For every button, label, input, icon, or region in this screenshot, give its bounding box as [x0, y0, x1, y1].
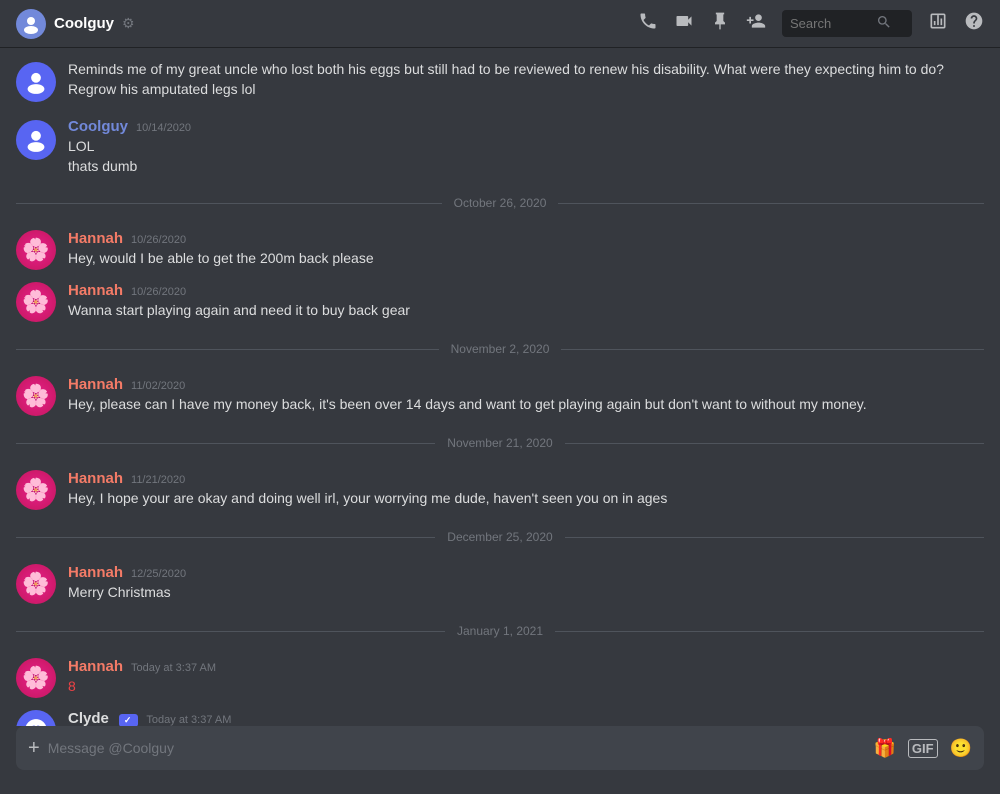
header-username: Coolguy	[54, 15, 114, 32]
hannah-username-2: Hannah	[68, 282, 123, 299]
hannah-avatar-6: 🌸	[16, 658, 56, 698]
gift-icon[interactable]: 🎁	[873, 738, 895, 759]
hannah3-content: Hannah 11/02/2020 Hey, please can I have…	[68, 376, 984, 416]
emoji-icon[interactable]: 🙂	[950, 738, 972, 759]
message-group-hannah6: 🌸 Hannah Today at 3:37 AM 8	[16, 654, 984, 702]
hannah4-content: Hannah 11/21/2020 Hey, I hope your are o…	[68, 470, 984, 510]
date-divider-jan1: January 1, 2021	[16, 624, 984, 638]
date-divider-dec25-label: December 25, 2020	[435, 530, 564, 544]
header: Coolguy ⚙	[0, 0, 1000, 48]
coolguy-avatar-2	[16, 120, 56, 160]
date-divider-nov21-label: November 21, 2020	[435, 436, 564, 450]
date-divider-nov2: November 2, 2020	[16, 342, 984, 356]
message-input[interactable]	[48, 740, 866, 756]
hannah-username-6: Hannah	[68, 658, 123, 675]
message-group-hannah4: 🌸 Hannah 11/21/2020 Hey, I hope your are…	[16, 466, 984, 514]
hannah-username-5: Hannah	[68, 564, 123, 581]
coolguy-timestamp: 10/14/2020	[136, 122, 191, 134]
hannah2-content: Hannah 10/26/2020 Wanna start playing ag…	[68, 282, 984, 322]
hannah2-header: Hannah 10/26/2020	[68, 282, 984, 299]
coolguy-lol: LOL	[68, 137, 984, 157]
date-divider-label: October 26, 2020	[442, 196, 559, 210]
message-header: Coolguy 10/14/2020	[68, 118, 984, 135]
message-group-clyde: Clyde ✓ Today at 3:37 AM Your message co…	[16, 706, 984, 726]
video-icon[interactable]	[674, 11, 694, 36]
clyde-timestamp: Today at 3:37 AM	[146, 714, 231, 726]
message-group-hannah2: 🌸 Hannah 10/26/2020 Wanna start playing …	[16, 278, 984, 326]
message-group-hannah3: 🌸 Hannah 11/02/2020 Hey, please can I ha…	[16, 372, 984, 420]
date-divider-oct26: October 26, 2020	[16, 196, 984, 210]
hannah1-header: Hannah 10/26/2020	[68, 230, 984, 247]
clyde-content: Clyde ✓ Today at 3:37 AM Your message co…	[68, 710, 984, 726]
hannah3-timestamp: 11/02/2020	[131, 380, 185, 392]
date-divider-nov2-label: November 2, 2020	[439, 342, 562, 356]
hannah-avatar-2: 🌸	[16, 282, 56, 322]
hannah-username-4: Hannah	[68, 470, 123, 487]
input-right-icons: 🎁 GIF 🙂	[873, 738, 972, 759]
hannah-avatar-4: 🌸	[16, 470, 56, 510]
hannah4-text: Hey, I hope your are okay and doing well…	[68, 489, 984, 509]
pin-icon[interactable]	[710, 11, 730, 36]
header-left: Coolguy ⚙	[16, 9, 626, 39]
hannah6-text: 8	[68, 677, 984, 697]
bot-badge-check: ✓	[124, 715, 132, 726]
hannah1-text: Hey, would I be able to get the 200m bac…	[68, 249, 984, 269]
coolguy-username: Coolguy	[68, 118, 128, 135]
call-icon[interactable]	[638, 11, 658, 36]
hannah-username-1: Hannah	[68, 230, 123, 247]
hannah5-header: Hannah 12/25/2020	[68, 564, 984, 581]
search-bar[interactable]	[782, 10, 912, 37]
add-friend-icon[interactable]	[746, 11, 766, 36]
messages-area: Reminds me of my great uncle who lost bo…	[0, 48, 1000, 726]
top-message: Reminds me of my great uncle who lost bo…	[16, 48, 984, 114]
hannah3-text: Hey, please can I have my money back, it…	[68, 395, 984, 415]
clyde-username: Clyde	[68, 710, 109, 726]
header-cog-icon[interactable]: ⚙	[122, 15, 135, 32]
hannah6-content: Hannah Today at 3:37 AM 8	[68, 658, 984, 698]
date-divider-nov21: November 21, 2020	[16, 436, 984, 450]
hannah-avatar-1: 🌸	[16, 230, 56, 270]
top-partial-text: Reminds me of my great uncle who lost bo…	[68, 60, 984, 99]
bot-badge: ✓	[119, 714, 139, 726]
input-add-button[interactable]: +	[28, 737, 40, 760]
input-box: + 🎁 GIF 🙂	[16, 726, 984, 770]
header-avatar	[16, 9, 46, 39]
hannah6-header: Hannah Today at 3:37 AM	[68, 658, 984, 675]
coolguy-message-content: Coolguy 10/14/2020 LOL thats dumb	[68, 118, 984, 176]
hannah-username-3: Hannah	[68, 376, 123, 393]
help-icon[interactable]	[964, 11, 984, 36]
header-icons	[638, 10, 984, 37]
hannah1-content: Hannah 10/26/2020 Hey, would I be able t…	[68, 230, 984, 270]
hannah1-timestamp: 10/26/2020	[131, 234, 186, 246]
hannah2-timestamp: 10/26/2020	[131, 286, 186, 298]
hannah5-content: Hannah 12/25/2020 Merry Christmas	[68, 564, 984, 604]
hannah2-text: Wanna start playing again and need it to…	[68, 301, 984, 321]
date-divider-dec25: December 25, 2020	[16, 530, 984, 544]
clyde-header: Clyde ✓ Today at 3:37 AM	[68, 710, 984, 726]
hannah3-header: Hannah 11/02/2020	[68, 376, 984, 393]
hannah-avatar-3: 🌸	[16, 376, 56, 416]
message-group-hannah1: 🌸 Hannah 10/26/2020 Hey, would I be able…	[16, 226, 984, 274]
hannah6-timestamp: Today at 3:37 AM	[131, 662, 216, 674]
hannah4-header: Hannah 11/21/2020	[68, 470, 984, 487]
message-content: Reminds me of my great uncle who lost bo…	[68, 60, 984, 102]
search-icon	[876, 14, 892, 33]
input-area: + 🎁 GIF 🙂	[0, 726, 1000, 794]
message-group-hannah5: 🌸 Hannah 12/25/2020 Merry Christmas	[16, 560, 984, 608]
message-group-coolguy: Coolguy 10/14/2020 LOL thats dumb	[16, 114, 984, 180]
gif-button[interactable]: GIF	[908, 739, 938, 758]
date-divider-jan1-label: January 1, 2021	[445, 624, 555, 638]
coolguy-thatsdumb: thats dumb	[68, 157, 984, 177]
hannah4-timestamp: 11/21/2020	[131, 474, 185, 486]
message-group: Reminds me of my great uncle who lost bo…	[16, 56, 984, 106]
inbox-icon[interactable]	[928, 11, 948, 36]
hannah5-timestamp: 12/25/2020	[131, 568, 186, 580]
search-input[interactable]	[790, 16, 870, 31]
coolguy-avatar	[16, 62, 56, 102]
clyde-avatar	[16, 710, 56, 726]
hannah5-text: Merry Christmas	[68, 583, 984, 603]
hannah-avatar-5: 🌸	[16, 564, 56, 604]
